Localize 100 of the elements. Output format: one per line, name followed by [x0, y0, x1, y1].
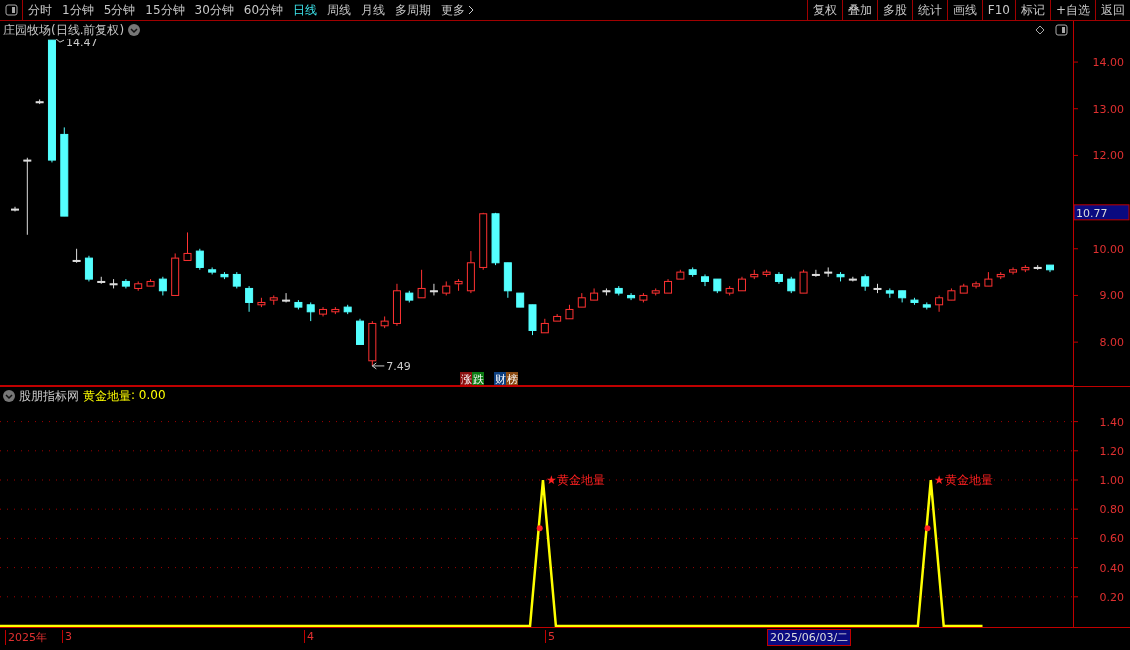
time-label: 4 [304, 630, 314, 643]
time-label: 2025年 [5, 630, 47, 645]
candle [208, 266, 217, 275]
candle [972, 280, 981, 289]
candle [935, 294, 944, 313]
period-tab[interactable]: 月线 [356, 0, 391, 20]
badge[interactable]: 涨 [460, 372, 472, 386]
candle [614, 285, 623, 296]
period-tab[interactable]: 多周期 [390, 0, 437, 20]
candle [910, 297, 919, 306]
toolbar-button[interactable]: +自选 [1049, 0, 1095, 20]
candle [639, 292, 648, 303]
candle [836, 271, 845, 282]
period-tab[interactable]: 周线 [322, 0, 357, 20]
axis-tick: 9.00 [1099, 289, 1124, 303]
candle [109, 278, 118, 289]
candle [183, 231, 192, 261]
axis-tick: 13.00 [1092, 102, 1124, 116]
indicator-value: : 0.00 [131, 387, 166, 404]
candle [885, 287, 894, 299]
candle [959, 283, 968, 294]
series-name: 黄金地量 [83, 387, 131, 405]
axis-tick: 1.00 [1099, 474, 1124, 487]
candle [245, 285, 254, 313]
axis-tick: 14.00 [1092, 56, 1124, 70]
candle [824, 266, 833, 278]
candle [479, 212, 488, 271]
dropdown-icon[interactable] [3, 390, 15, 402]
axis-tick: 0.60 [1099, 532, 1124, 546]
candle [787, 276, 796, 294]
candle [269, 294, 278, 306]
candle [84, 255, 93, 282]
period-tab[interactable]: 1分钟 [57, 0, 99, 20]
period-tab[interactable]: 30分钟 [189, 0, 239, 20]
candle [491, 212, 500, 266]
candle [134, 280, 143, 292]
period-tab[interactable]: 分时 [23, 0, 57, 20]
candle [799, 269, 808, 294]
candle [565, 304, 574, 320]
badge[interactable]: 榜 [506, 372, 518, 386]
candle [442, 280, 451, 296]
candle [257, 297, 266, 308]
axis-tick: 8.00 [1099, 336, 1124, 350]
candle [294, 299, 303, 310]
candle [873, 283, 882, 294]
axis-tick: 1.40 [1099, 415, 1124, 429]
more-menu[interactable]: 更多 [436, 0, 480, 20]
candle [282, 292, 291, 303]
panel-toggle-icon[interactable] [4, 4, 18, 16]
toolbar-button[interactable]: 复权 [806, 0, 842, 20]
candle [35, 98, 44, 105]
leader-line [371, 362, 385, 370]
candle [232, 271, 241, 289]
diamond-icon[interactable] [1035, 25, 1045, 35]
candle [774, 271, 783, 285]
candle [996, 271, 1005, 280]
candle [762, 269, 771, 278]
toolbar-button[interactable]: F10 [981, 0, 1015, 20]
candle [503, 262, 512, 299]
axis-tick: 1.20 [1099, 444, 1124, 458]
candle [540, 318, 549, 334]
candle [343, 304, 352, 315]
dropdown-icon[interactable] [128, 24, 141, 36]
toolbar-button[interactable]: 统计 [911, 0, 947, 20]
candle [984, 271, 993, 287]
candle [737, 276, 746, 292]
indicator-name: 股朋指标网 [19, 387, 79, 405]
candle [922, 301, 931, 310]
candle [811, 269, 820, 278]
candle [417, 269, 426, 299]
time-label: 5 [545, 630, 555, 643]
marker-dot [536, 525, 543, 532]
candle [750, 269, 759, 280]
toolbar-button[interactable]: 多股 [876, 0, 912, 20]
high-price-label: 14.47 [65, 39, 98, 50]
marker-dot [924, 525, 931, 532]
axis-tick: 12.00 [1092, 149, 1124, 163]
period-tab[interactable]: 5分钟 [98, 0, 141, 20]
candle [577, 292, 586, 308]
period-tab[interactable]: 60分钟 [238, 0, 289, 20]
chart-title: 庄园牧场(日线.前复权) [3, 21, 125, 39]
period-tab[interactable]: 日线 [288, 0, 323, 20]
toolbar-button[interactable]: 画线 [946, 0, 982, 20]
badge[interactable]: 财 [494, 372, 506, 386]
candle [195, 248, 204, 271]
candle [405, 290, 414, 303]
toolbar-button[interactable]: 叠加 [841, 0, 877, 20]
candle [158, 276, 167, 296]
toolbar-button[interactable]: 标记 [1014, 0, 1050, 20]
candle [848, 276, 857, 282]
period-tab[interactable]: 15分钟 [140, 0, 190, 20]
candle [947, 287, 956, 301]
panel-toggle-icon[interactable] [1055, 24, 1068, 36]
candle [688, 266, 697, 278]
candle [553, 313, 562, 322]
candle [1009, 266, 1018, 275]
candle [171, 252, 180, 296]
toolbar-button[interactable]: 返回 [1095, 0, 1130, 20]
candle [72, 248, 81, 264]
badge[interactable]: 跌 [472, 372, 484, 386]
